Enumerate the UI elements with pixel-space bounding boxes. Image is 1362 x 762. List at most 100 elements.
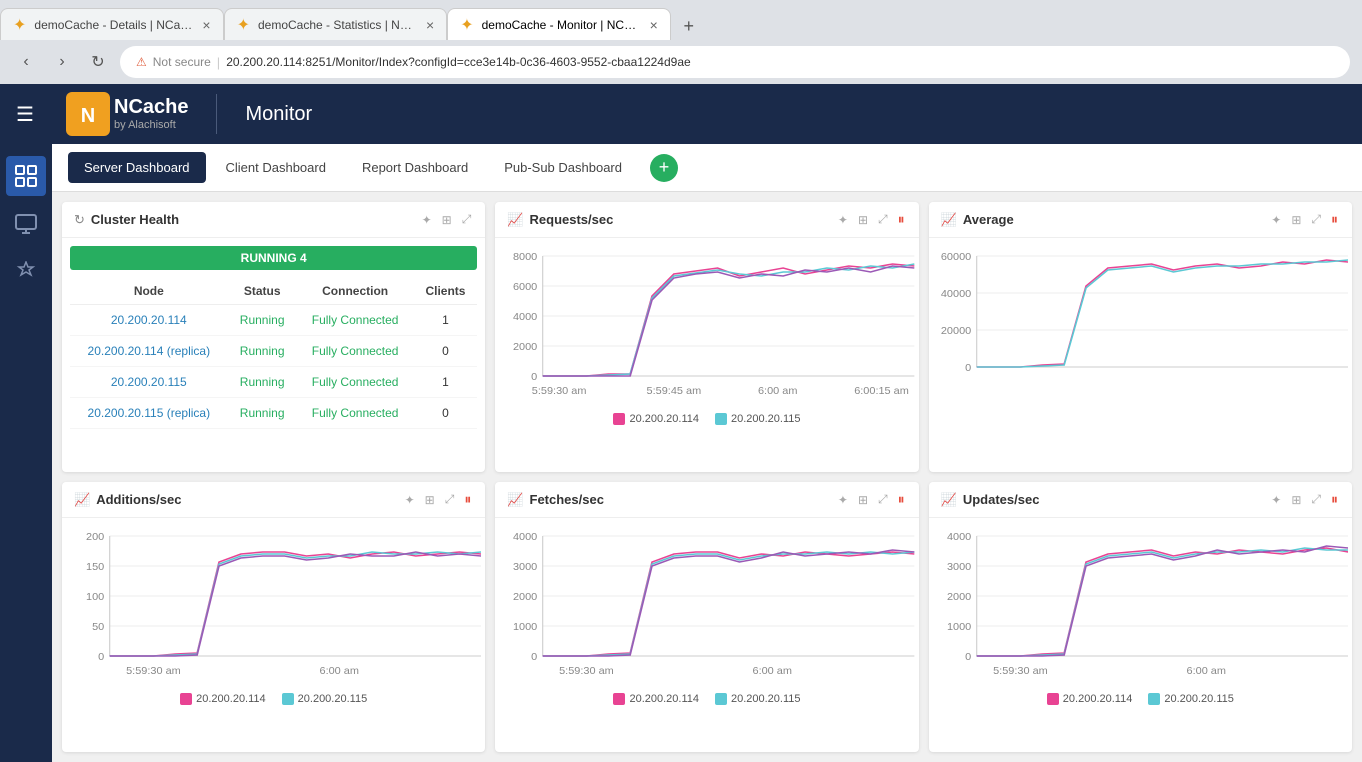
requests-chart-svg: 8000 6000 4000 2000 0 5:59:30 am 5:59:45… — [499, 246, 914, 406]
tab-server-dashboard[interactable]: Server Dashboard — [68, 152, 206, 183]
fetches-legend-item-2: 20.200.20.115 — [715, 693, 801, 705]
tab-pubsub-dashboard[interactable]: Pub-Sub Dashboard — [488, 152, 638, 183]
average-chart-icon: 📈 — [941, 212, 957, 228]
address-input[interactable]: ⚠ Not secure | 20.200.20.114:8251/Monito… — [120, 46, 1350, 78]
node-cell[interactable]: 20.200.20.114 (replica) — [70, 336, 228, 367]
table-row: 20.200.20.114 (replica) Running Fully Co… — [70, 336, 477, 367]
fetches-pause-button[interactable]: ⏸ — [896, 489, 907, 510]
svg-text:0: 0 — [965, 652, 971, 663]
updates-chart-content: 4000 3000 2000 1000 0 5:59:30 am 6:00 am — [929, 518, 1352, 752]
logo-text-area: NCache by Alachisoft — [114, 95, 188, 132]
add-dashboard-button[interactable]: + — [650, 154, 678, 182]
sidebar-item-tools[interactable] — [6, 252, 46, 292]
svg-text:0: 0 — [98, 652, 104, 663]
fetches-title: Fetches/sec — [530, 492, 830, 507]
tab2-close-icon[interactable]: × — [426, 17, 434, 33]
tab3-favicon: ✦ — [460, 15, 473, 35]
average-expand-icon[interactable]: ⊞ — [1289, 211, 1303, 229]
requests-pause-button[interactable]: ⏸ — [896, 209, 907, 230]
fetches-expand-icon[interactable]: ⊞ — [856, 491, 870, 509]
average-pause-button[interactable]: ⏸ — [1329, 209, 1340, 230]
table-row: 20.200.20.115 (replica) Running Fully Co… — [70, 398, 477, 429]
main-content: Server Dashboard Client Dashboard Report… — [52, 144, 1362, 762]
svg-text:6:00 am: 6:00 am — [1186, 666, 1226, 677]
col-status: Status — [228, 278, 297, 305]
additions-expand-icon[interactable]: ⊞ — [423, 491, 437, 509]
requests-panel: 📈 Requests/sec ✦ ⊞ ⤢ ⏸ — [495, 202, 918, 472]
node-cell[interactable]: 20.200.20.114 — [70, 305, 228, 336]
updates-legend: 20.200.20.114 20.200.20.115 — [933, 689, 1348, 709]
updates-fullscreen-icon[interactable]: ⤢ — [1309, 490, 1323, 509]
node-cell[interactable]: 20.200.20.115 — [70, 367, 228, 398]
average-pin-icon[interactable]: ✦ — [1269, 211, 1283, 229]
sidebar-item-dashboard[interactable] — [6, 156, 46, 196]
svg-text:2000: 2000 — [513, 592, 537, 603]
new-tab-button[interactable]: + — [675, 12, 703, 40]
cluster-health-title: Cluster Health — [91, 212, 414, 227]
cluster-fullscreen-icon[interactable]: ⤢ — [460, 210, 474, 229]
cluster-expand-icon[interactable]: ⊞ — [440, 211, 454, 229]
additions-chart-icon: 📈 — [74, 492, 90, 508]
browser-tab-2[interactable]: ✦ demoCache - Statistics | NCache × — [224, 8, 448, 40]
browser-tab-3[interactable]: ✦ demoCache - Monitor | NCache × — [447, 8, 671, 40]
svg-text:20000: 20000 — [941, 326, 972, 337]
svg-text:1000: 1000 — [947, 622, 971, 633]
fetches-fullscreen-icon[interactable]: ⤢ — [876, 490, 890, 509]
reload-button[interactable]: ↻ — [84, 48, 112, 76]
sidebar — [0, 144, 52, 762]
logo-sub-text: by Alachisoft — [114, 119, 188, 132]
tab1-close-icon[interactable]: × — [202, 17, 210, 33]
additions-legend-label-1: 20.200.20.114 — [196, 693, 266, 705]
updates-pin-icon[interactable]: ✦ — [1269, 491, 1283, 509]
table-row: 20.200.20.115 Running Fully Connected 1 — [70, 367, 477, 398]
additions-legend-item-2: 20.200.20.115 — [282, 693, 368, 705]
browser-tab-1[interactable]: ✦ demoCache - Details | NCache × — [0, 8, 224, 40]
col-connection: Connection — [297, 278, 414, 305]
menu-toggle-button[interactable]: ☰ — [16, 102, 46, 127]
tab1-label: demoCache - Details | NCache — [34, 18, 194, 32]
updates-expand-icon[interactable]: ⊞ — [1289, 491, 1303, 509]
updates-legend-label-1: 20.200.20.114 — [1063, 693, 1133, 705]
svg-text:4000: 4000 — [513, 312, 537, 323]
node-cell[interactable]: 20.200.20.115 (replica) — [70, 398, 228, 429]
requests-fullscreen-icon[interactable]: ⤢ — [876, 210, 890, 229]
requests-expand-icon[interactable]: ⊞ — [856, 211, 870, 229]
fetches-chart-svg: 4000 3000 2000 1000 0 5:59:30 am 6:00 am — [499, 526, 914, 686]
additions-legend-color-2 — [282, 693, 294, 705]
svg-text:150: 150 — [86, 562, 104, 573]
back-button[interactable]: ‹ — [12, 48, 40, 76]
cluster-panel-controls: ✦ ⊞ ⤢ — [420, 210, 474, 229]
fetches-header: 📈 Fetches/sec ✦ ⊞ ⤢ ⏸ — [495, 482, 918, 518]
additions-fullscreen-icon[interactable]: ⤢ — [443, 490, 457, 509]
tab-client-dashboard[interactable]: Client Dashboard — [210, 152, 342, 183]
monitor-icon — [15, 213, 37, 235]
client-dashboard-label: Client Dashboard — [226, 160, 326, 175]
additions-pin-icon[interactable]: ✦ — [403, 491, 417, 509]
svg-text:3000: 3000 — [513, 562, 537, 573]
sidebar-item-monitor[interactable] — [6, 204, 46, 244]
running-badge: RUNNING 4 — [70, 246, 477, 270]
cluster-health-header: ↻ Cluster Health ✦ ⊞ ⤢ — [62, 202, 485, 238]
report-dashboard-label: Report Dashboard — [362, 160, 468, 175]
url-text: 20.200.20.114:8251/Monitor/Index?configI… — [226, 55, 690, 69]
additions-pause-button[interactable]: ⏸ — [462, 489, 473, 510]
requests-legend-item-2: 20.200.20.115 — [715, 413, 801, 425]
requests-pin-icon[interactable]: ✦ — [836, 211, 850, 229]
updates-legend-color-1 — [1047, 693, 1059, 705]
cluster-pin-icon[interactable]: ✦ — [420, 211, 434, 229]
additions-controls: ✦ ⊞ ⤢ ⏸ — [403, 489, 474, 510]
average-fullscreen-icon[interactable]: ⤢ — [1309, 210, 1323, 229]
fetches-panel: 📈 Fetches/sec ✦ ⊞ ⤢ ⏸ — [495, 482, 918, 752]
svg-text:6:00:15 am: 6:00:15 am — [855, 386, 910, 397]
additions-chart-svg: 200 150 100 50 0 5:59:30 am 6:00 am — [66, 526, 481, 686]
forward-button[interactable]: › — [48, 48, 76, 76]
fetches-pin-icon[interactable]: ✦ — [836, 491, 850, 509]
tab3-close-icon[interactable]: × — [650, 17, 658, 33]
requests-title: Requests/sec — [530, 212, 830, 227]
tab-report-dashboard[interactable]: Report Dashboard — [346, 152, 484, 183]
svg-text:4000: 4000 — [947, 532, 971, 543]
dashboard-icon — [15, 165, 37, 187]
updates-pause-button[interactable]: ⏸ — [1329, 489, 1340, 510]
svg-text:0: 0 — [532, 652, 538, 663]
requests-legend-label-1: 20.200.20.114 — [629, 413, 699, 425]
